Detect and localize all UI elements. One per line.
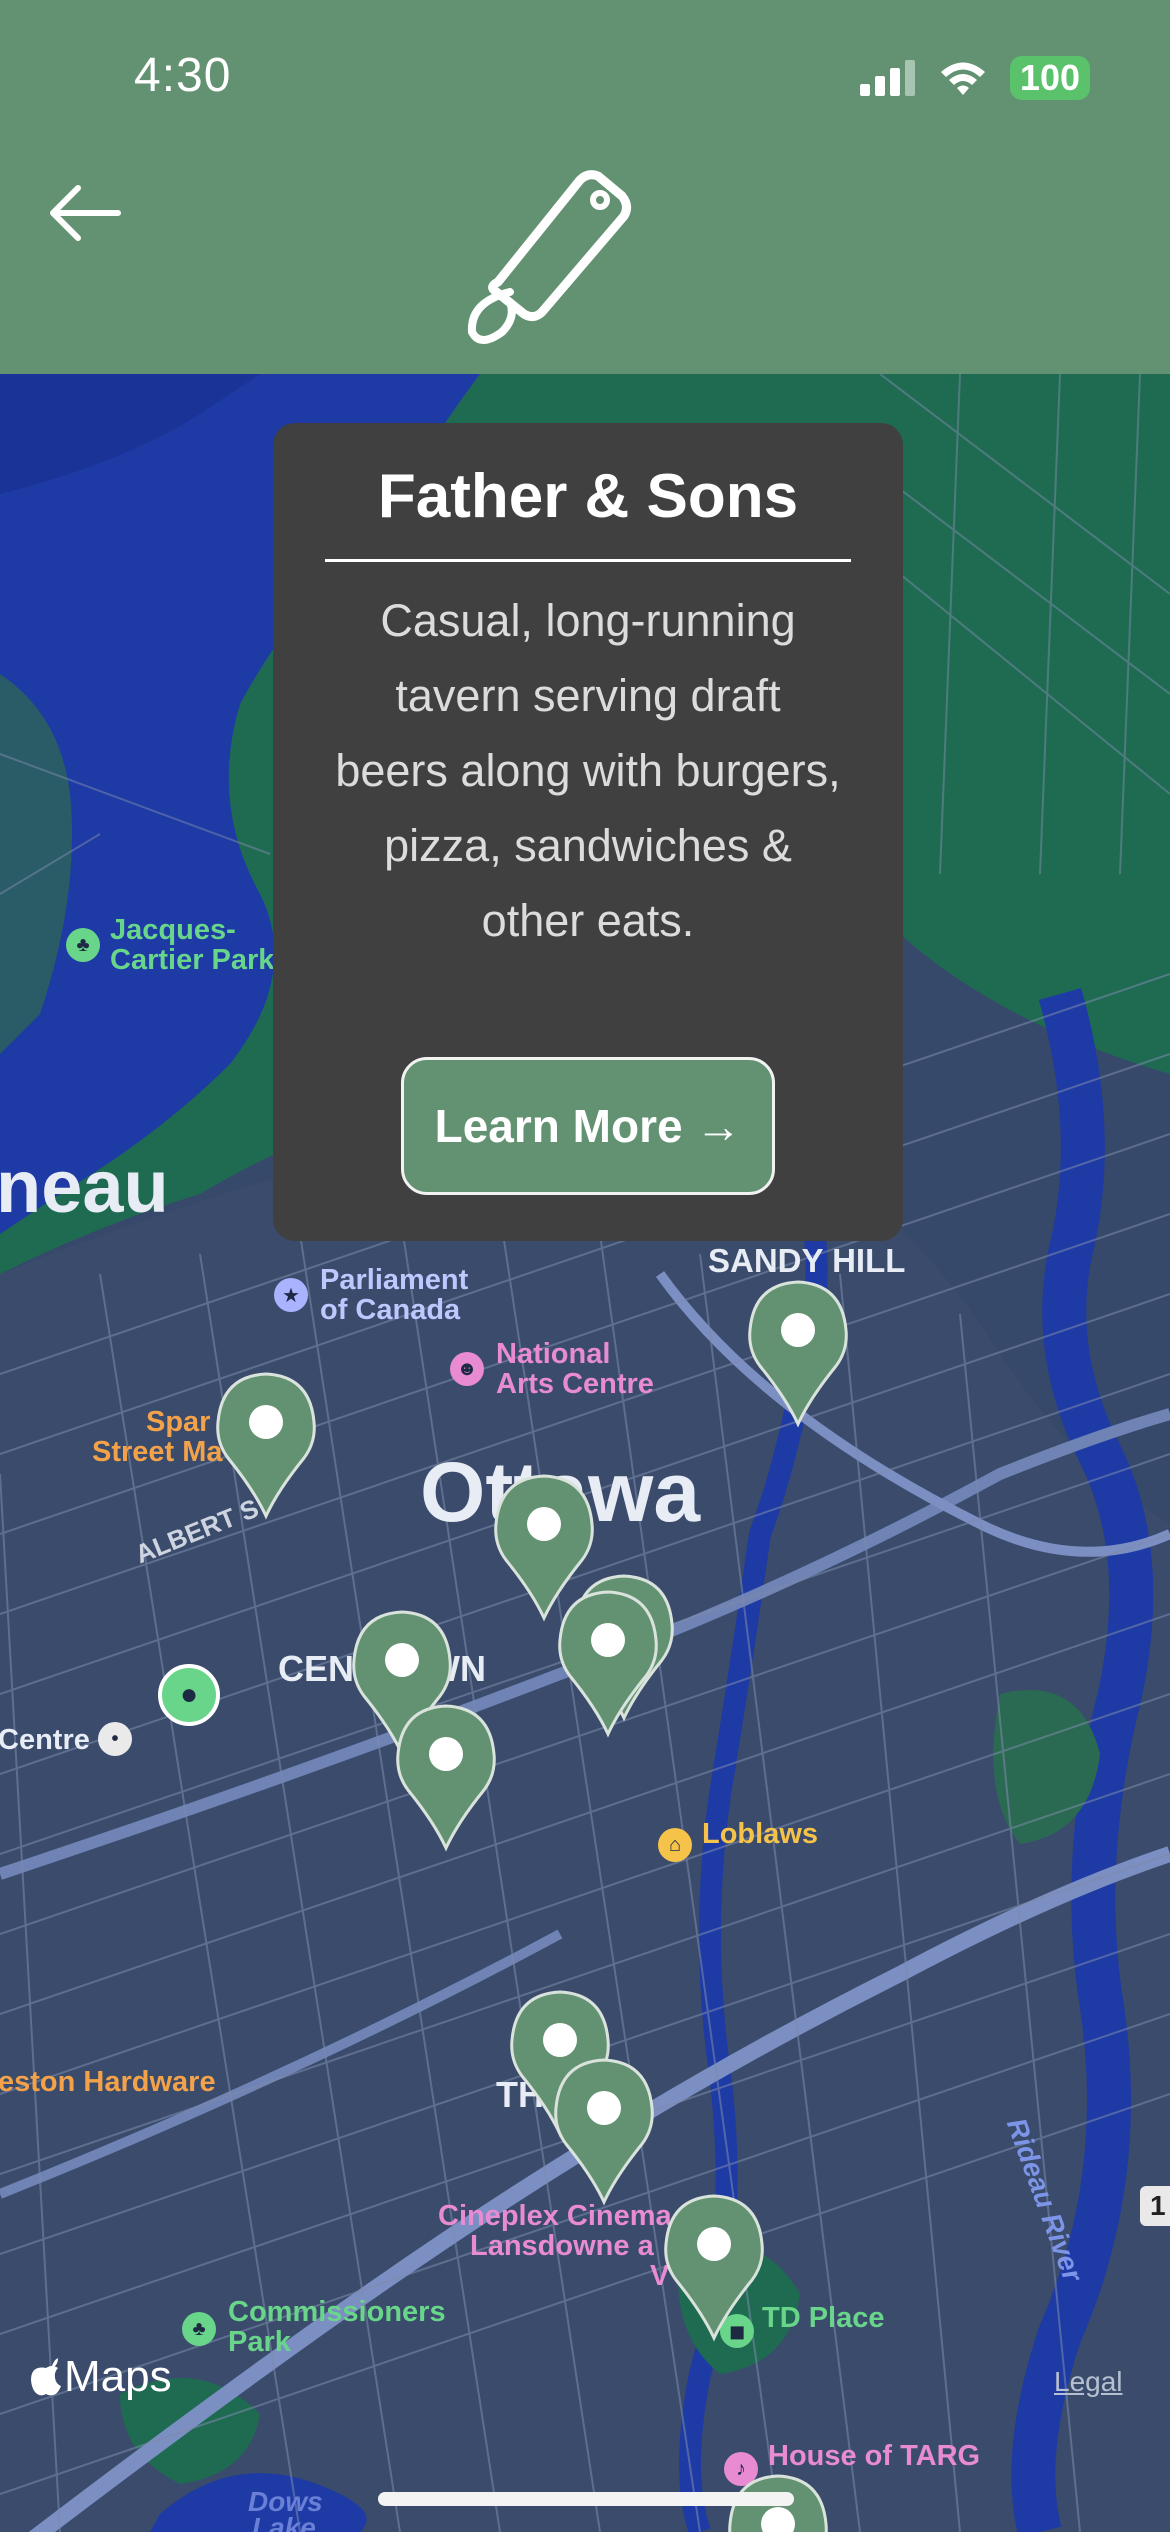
theatre-poi-icon: ☻ [450, 1352, 484, 1386]
map-pin[interactable] [746, 1278, 850, 1428]
map-label-commissioners-2: Park [228, 2326, 291, 2358]
map-label-house-of-targ: House of TARG [768, 2440, 981, 2472]
park-icon: ♣ [66, 928, 100, 962]
map-label-gatineau: neau [0, 1145, 169, 1228]
map-pin-icon [396, 1704, 496, 1852]
map-label-commissioners-1: Commissioners [228, 2296, 446, 2328]
map-label-loblaws: Loblaws [702, 1818, 819, 1850]
map-pin-icon [664, 2194, 764, 2342]
map-pin-icon [558, 1590, 658, 1738]
map-pin[interactable] [552, 2056, 656, 2206]
star-poi-icon: ★ [274, 1278, 308, 1312]
map-label-sandy-hill: SANDY HILL [708, 1242, 906, 1279]
map-label-nac-1: National [496, 1338, 611, 1370]
map-pin[interactable] [556, 1588, 660, 1738]
back-button[interactable] [44, 178, 144, 268]
apple-logo-icon [31, 2358, 61, 2396]
grocery-poi-icon: ⌂ [658, 1828, 692, 1862]
popup-title: Father & Sons [377, 462, 799, 531]
maps-label: Maps [64, 2352, 172, 2401]
arrow-left-icon [50, 185, 121, 241]
map-label-preston: eston Hardware [0, 2066, 216, 2098]
home-indicator [378, 2492, 794, 2506]
map-pin[interactable] [662, 2192, 766, 2342]
highway-shield: 1 [1140, 2186, 1170, 2226]
map-label-sparks-2: Street Ma [92, 1436, 223, 1468]
status-icons: 100 [859, 56, 1090, 100]
place-popup-card: Father & Sons Casual, long-running taver… [273, 423, 903, 1241]
signal-icon [859, 60, 915, 96]
status-time: 4:30 [134, 49, 232, 102]
map-pin[interactable] [214, 1370, 318, 1520]
map-label-parliament-1: Parliament [320, 1264, 469, 1296]
map-label-cineplex-2: Lansdowne a [470, 2230, 654, 2262]
map-label-nac-2: Arts Centre [496, 1368, 654, 1400]
map-pin-icon [554, 2058, 654, 2206]
map-label-sparks-1: Spar [146, 1406, 211, 1438]
price-tag-icon [467, 170, 632, 344]
apple-maps-attribution: Maps [30, 2352, 172, 2402]
map-label-jacques-cartier-1: Jacques- [110, 914, 236, 946]
battery-indicator: 100 [1009, 56, 1090, 100]
user-location-icon[interactable]: ● [158, 1664, 220, 1726]
map-label-td-place: TD Place [762, 2302, 885, 2334]
popup-description: Casual, long-running tavern serving draf… [335, 595, 841, 946]
map-pin-icon [748, 1280, 848, 1428]
legal-link[interactable]: Legal [1054, 2366, 1123, 2398]
map-label-parliament-2: of Canada [320, 1294, 461, 1326]
map-pin-icon [216, 1372, 316, 1520]
popup-divider [325, 559, 851, 562]
transit-poi-icon: • [98, 1722, 132, 1756]
app-header: 4:30 100 [0, 0, 1170, 374]
wifi-icon [940, 62, 985, 95]
map-label-dows-2: Lake [252, 2512, 316, 2532]
learn-more-button[interactable]: Learn More → [401, 1057, 775, 1195]
map-pin[interactable] [394, 1702, 498, 1852]
map-label-jacques-cartier-2: Cartier Park [110, 944, 275, 976]
park-icon: ♣ [182, 2312, 216, 2346]
map-label-centre: Centre [0, 1724, 90, 1756]
